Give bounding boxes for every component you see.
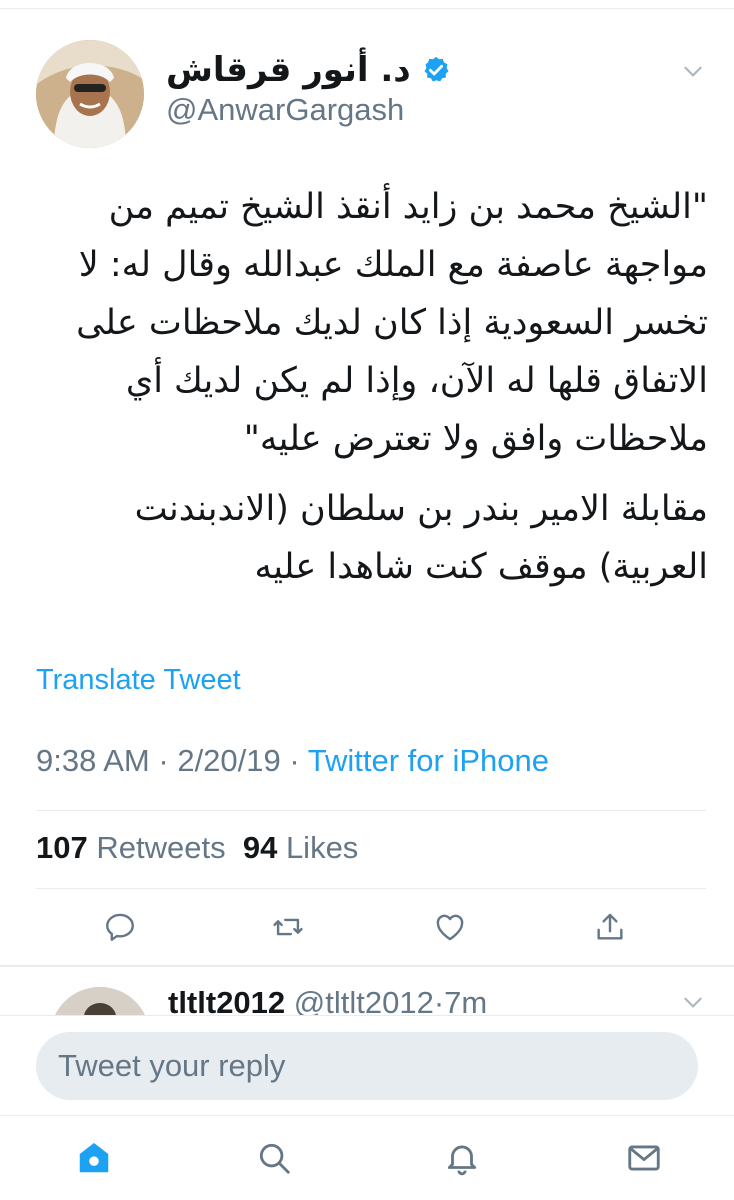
meta-separator: · [158, 743, 169, 778]
tweet-text-paragraph: مقابلة الامير بندر بن سلطان (الاندبندنت … [134, 489, 708, 587]
reply-age: 7m [444, 985, 488, 1015]
section-divider [0, 965, 734, 967]
author-name-row: د. أنور قرقاش [166, 50, 451, 90]
bottom-tab-bar [0, 1115, 734, 1200]
tweet-source-link[interactable]: Twitter for iPhone [308, 743, 549, 778]
messages-icon[interactable] [622, 1136, 666, 1180]
share-icon[interactable] [588, 905, 632, 949]
retweets-label: Retweets [96, 830, 226, 865]
reply-separator: · [433, 985, 445, 1015]
reply-handle[interactable]: @tltlt2012 [294, 985, 434, 1015]
verified-badge-icon [421, 55, 451, 85]
author-display-name[interactable]: د. أنور قرقاش [166, 50, 411, 90]
chevron-down-icon[interactable] [680, 58, 706, 84]
retweets-count: 107 [36, 830, 88, 865]
tweet-time: 9:38 AM [36, 743, 150, 778]
tweet-author-header: د. أنور قرقاش @AnwarGargash [36, 40, 706, 150]
home-icon[interactable] [72, 1136, 116, 1180]
author-avatar[interactable] [36, 40, 144, 148]
tweet-body: "الشيخ محمد بن زايد أنقذ الشيخ تميم من م… [36, 178, 708, 596]
reply-icon[interactable] [98, 905, 142, 949]
divider [36, 888, 706, 889]
likes-label: Likes [285, 830, 359, 865]
meta-separator: · [289, 743, 300, 778]
translate-tweet-link[interactable]: Translate Tweet [36, 664, 241, 697]
reply-author-avatar[interactable] [50, 987, 150, 1015]
retweet-icon[interactable] [266, 905, 310, 949]
divider [36, 810, 706, 811]
reply-input[interactable]: Tweet your reply [36, 1032, 698, 1100]
reply-tweet-header[interactable]: tltlt2012 @tltlt2012·7m [36, 985, 706, 1015]
like-icon[interactable] [428, 905, 472, 949]
notifications-icon[interactable] [440, 1136, 484, 1180]
reply-compose-bar: Tweet your reply [0, 1015, 734, 1115]
tweet-stats: 107 Retweets 94 Likes [36, 830, 358, 866]
author-handle[interactable]: @AnwarGargash [166, 92, 404, 128]
likes-count: 94 [242, 830, 278, 865]
reply-display-name[interactable]: tltlt2012 [168, 985, 285, 1015]
search-icon[interactable] [252, 1136, 296, 1180]
tweet-metadata: 9:38 AM · 2/20/19 · Twitter for iPhone [36, 743, 549, 779]
top-divider [0, 8, 734, 9]
likes-stat[interactable]: 94 Likes [243, 830, 358, 865]
retweets-stat[interactable]: 107 Retweets [36, 830, 226, 865]
chevron-down-icon[interactable] [680, 989, 706, 1015]
tweet-text-paragraph: "الشيخ محمد بن زايد أنقذ الشيخ تميم من م… [76, 187, 708, 459]
tweet-date: 2/20/19 [177, 743, 281, 778]
tweet-action-bar [36, 905, 706, 955]
reply-author: tltlt2012 @tltlt2012·7m [168, 985, 487, 1015]
